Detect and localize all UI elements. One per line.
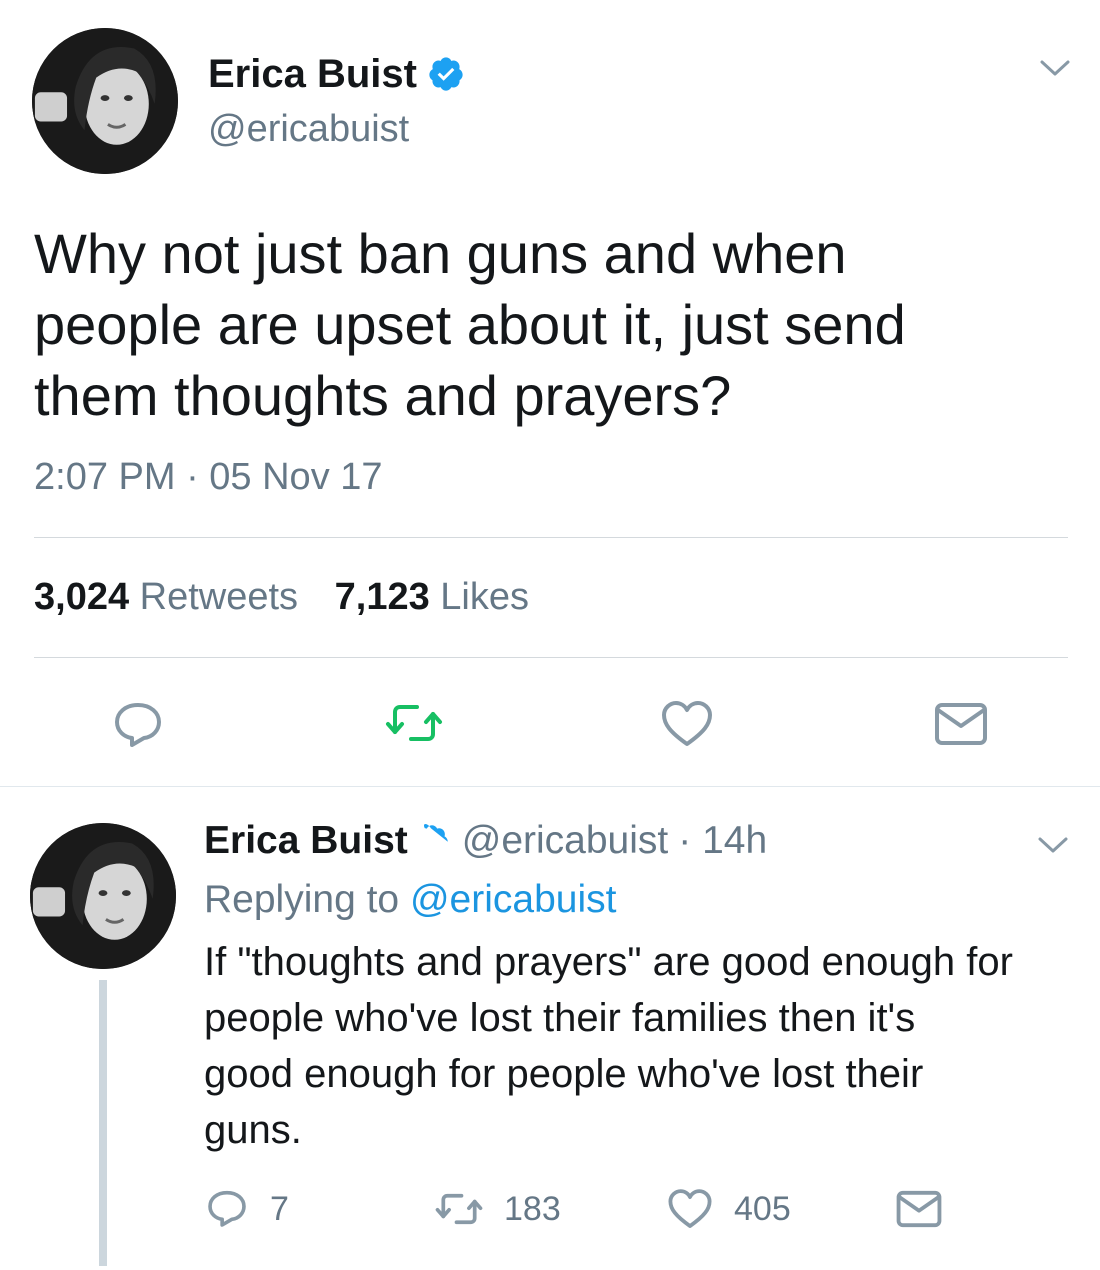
like-count: 405 [734,1190,791,1228]
avatar-photo [30,823,176,969]
tweet-timestamp[interactable]: 2:07 PM · 05 Nov 17 [34,456,383,499]
replying-to: Replying to @ericabuist [204,878,616,922]
likes-stat[interactable]: 7,123 Likes [335,576,529,618]
replying-to-handle[interactable]: @ericabuist [410,878,617,921]
tweet-text: Why not just ban guns and when people ar… [34,218,906,431]
envelope-icon [896,1190,942,1228]
tweet-text-line: Why not just ban guns and when [34,222,847,285]
reply-retweet-button[interactable] [433,1190,485,1228]
reply-count: 7 [270,1190,289,1228]
envelope-icon [935,703,987,745]
verified-badge-icon [427,55,465,93]
divider [34,537,1068,538]
reply-text: If "thoughts and prayers" are good enoug… [204,934,1013,1158]
reply-message-button[interactable] [896,1190,942,1228]
retweets-count: 3,024 [34,576,130,618]
retweet-button[interactable] [385,700,443,746]
reply-icon [115,703,161,747]
message-button[interactable] [934,702,988,746]
tweet-text-line: people are upset about it, just send [34,293,906,356]
likes-label: Likes [440,576,529,618]
author-name-row: Erica Buist [208,50,465,98]
tweet-text-line: them thoughts and prayers? [34,364,732,427]
retweet-icon [386,705,442,741]
reply-author-handle[interactable]: @ericabuist [462,819,669,863]
retweets-stat[interactable]: 3,024 Retweets [34,576,309,618]
avatar-photo [32,28,178,174]
divider [34,657,1068,658]
retweet-icon [435,1193,483,1225]
thread-line [99,980,107,1266]
reply-author-avatar[interactable] [30,823,176,969]
verified-badge-icon [414,823,450,859]
heart-icon [662,701,712,746]
reply-text-line: guns. [204,1108,302,1152]
reply-text-line: people who've lost their families then i… [204,996,916,1040]
reply-like-button[interactable] [667,1188,713,1230]
author-handle[interactable]: @ericabuist [208,108,409,151]
reply-time[interactable]: · 14h [678,819,767,863]
replying-to-label: Replying to [204,878,400,921]
retweets-label: Retweets [139,576,299,618]
reply-author-name[interactable]: Erica Buist [204,819,408,863]
engagement-stats: 3,024 Retweets 7,123 Likes [34,576,529,619]
author-avatar[interactable] [32,28,178,174]
reply-header: Erica Buist @ericabuist · 14h [204,816,767,866]
chevron-down-icon[interactable] [1036,833,1070,857]
reply-icon [208,1190,246,1227]
reply-button[interactable] [112,700,164,748]
reply-text-line: If "thoughts and prayers" are good enoug… [204,940,1013,984]
retweet-count: 183 [504,1190,561,1228]
reply-reply-button[interactable] [206,1188,248,1228]
author-name[interactable]: Erica Buist [208,52,417,97]
like-button[interactable] [660,700,714,748]
chevron-down-icon[interactable] [1038,56,1072,80]
reply-text-line: good enough for people who've lost their [204,1052,924,1096]
section-divider [0,786,1100,787]
heart-icon [668,1189,712,1228]
likes-count: 7,123 [334,576,430,618]
